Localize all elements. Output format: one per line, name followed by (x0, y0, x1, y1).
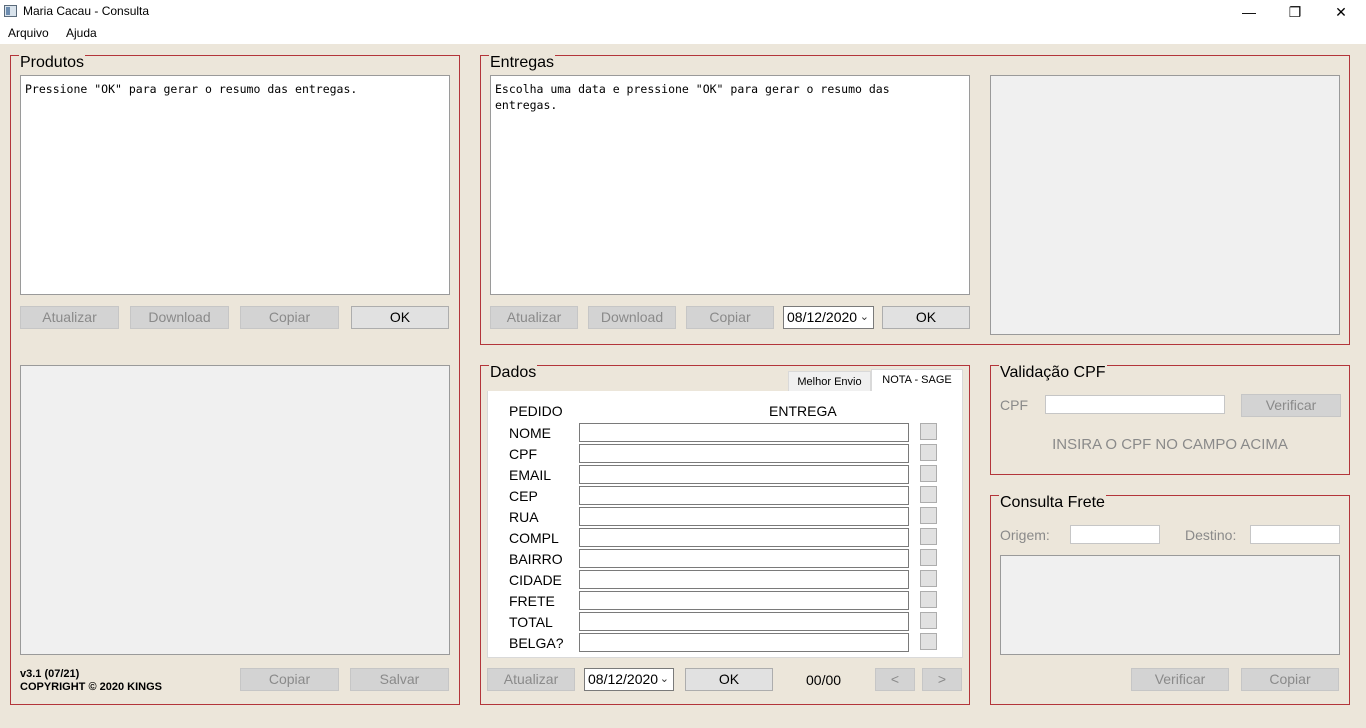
prev-record-button[interactable]: < (875, 668, 915, 691)
field-input-frete[interactable] (579, 591, 909, 610)
field-label-cpf: CPF (509, 446, 537, 462)
produtos-bottom-copiar-button[interactable]: Copiar (240, 668, 339, 691)
cpf-message: INSIRA O CPF NO CAMPO ACIMA (1052, 436, 1288, 453)
dados-ok-button[interactable]: OK (685, 668, 773, 691)
copy-checkbox-rua[interactable] (920, 507, 937, 524)
menu-arquivo[interactable]: Arquivo (8, 26, 49, 40)
record-counter: 00/00 (806, 672, 842, 688)
field-label-cep: CEP (509, 488, 538, 504)
copy-checkbox-cidade[interactable] (920, 570, 937, 587)
cpf-verificar-button[interactable]: Verificar (1241, 394, 1341, 417)
produtos-download-button[interactable]: Download (130, 306, 229, 329)
next-record-button[interactable]: > (922, 668, 962, 691)
field-label-cidade: CIDADE (509, 572, 562, 588)
chevron-down-icon: ⌄ (659, 673, 669, 685)
produtos-atualizar-button[interactable]: Atualizar (20, 306, 119, 329)
origem-label: Origem: (1000, 527, 1050, 543)
field-label-email: EMAIL (509, 467, 552, 483)
copy-checkbox-nome[interactable] (920, 423, 937, 440)
entregas-ok-button[interactable]: OK (882, 306, 970, 329)
entregas-date-select[interactable]: 08/12/2020 ⌄ (783, 306, 874, 329)
cpf-label: CPF (1000, 397, 1028, 413)
menu-ajuda[interactable]: Ajuda (66, 26, 97, 40)
frete-verificar-button[interactable]: Verificar (1131, 668, 1229, 691)
produtos-preview-pane (20, 365, 450, 655)
entrega-label: ENTREGA (769, 403, 837, 419)
cpf-title: Validação CPF (999, 364, 1107, 382)
entregas-date-value: 08/12/2020 (787, 309, 858, 325)
field-label-nome: NOME (509, 425, 551, 441)
destino-label: Destino: (1185, 527, 1237, 543)
field-input-email[interactable] (579, 465, 909, 484)
title-bar (0, 0, 1366, 24)
entregas-copiar-button[interactable]: Copiar (686, 306, 774, 329)
field-label-total: TOTAL (509, 614, 553, 630)
copy-checkbox-compl[interactable] (920, 528, 937, 545)
field-input-bairro[interactable] (579, 549, 909, 568)
version-label: v3.1 (07/21) (20, 668, 80, 680)
entregas-textarea[interactable]: Escolha uma data e pressione "OK" para g… (490, 75, 970, 295)
dados-date-value: 08/12/2020 (588, 671, 659, 687)
copy-checkbox-bairro[interactable] (920, 549, 937, 566)
window-title: Maria Cacau - Consulta (23, 4, 150, 18)
chevron-down-icon: ⌄ (859, 311, 869, 323)
field-input-cpf[interactable] (579, 444, 909, 463)
destino-input[interactable] (1250, 525, 1340, 544)
dados-atualizar-button[interactable]: Atualizar (487, 668, 575, 691)
dados-title: Dados (489, 364, 538, 382)
field-label-compl: COMPL (509, 530, 559, 546)
dados-date-select[interactable]: 08/12/2020 ⌄ (584, 668, 674, 691)
restore-icon[interactable]: ❐ (1272, 0, 1318, 24)
field-input-belga[interactable] (579, 633, 909, 652)
minimize-icon[interactable]: — (1226, 0, 1272, 24)
copy-checkbox-total[interactable] (920, 612, 937, 629)
tab-nota-sage[interactable]: NOTA - SAGE (871, 369, 963, 392)
field-input-cep[interactable] (579, 486, 909, 505)
entregas-atualizar-button[interactable]: Atualizar (490, 306, 578, 329)
entregas-preview-pane (990, 75, 1340, 335)
field-input-compl[interactable] (579, 528, 909, 547)
field-input-nome[interactable] (579, 423, 909, 442)
close-icon[interactable]: ✕ (1318, 0, 1364, 24)
produtos-textarea[interactable]: Pressione "OK" para gerar o resumo das e… (20, 75, 450, 295)
frete-copiar-button[interactable]: Copiar (1241, 668, 1339, 691)
origem-input[interactable] (1070, 525, 1160, 544)
copyright-label: COPYRIGHT © 2020 KINGS (20, 681, 162, 693)
tab-melhor-envio[interactable]: Melhor Envio (788, 371, 871, 392)
frete-title: Consulta Frete (999, 494, 1106, 512)
copy-checkbox-cpf[interactable] (920, 444, 937, 461)
copy-checkbox-belga[interactable] (920, 633, 937, 650)
field-label-belga: BELGA? (509, 635, 564, 651)
app-icon (4, 5, 17, 17)
field-input-rua[interactable] (579, 507, 909, 526)
cpf-input[interactable] (1045, 395, 1225, 414)
produtos-salvar-button[interactable]: Salvar (350, 668, 449, 691)
field-label-bairro: BAIRRO (509, 551, 563, 567)
produtos-title: Produtos (19, 54, 86, 72)
produtos-ok-button[interactable]: OK (351, 306, 449, 329)
field-label-rua: RUA (509, 509, 539, 525)
copy-checkbox-email[interactable] (920, 465, 937, 482)
entregas-title: Entregas (489, 54, 556, 72)
copy-checkbox-frete[interactable] (920, 591, 937, 608)
field-input-cidade[interactable] (579, 570, 909, 589)
entregas-download-button[interactable]: Download (588, 306, 676, 329)
produtos-copiar-button[interactable]: Copiar (240, 306, 339, 329)
copy-checkbox-cep[interactable] (920, 486, 937, 503)
menu-bar (0, 24, 1366, 44)
field-label-frete: FRETE (509, 593, 555, 609)
field-input-total[interactable] (579, 612, 909, 631)
pedido-label: PEDIDO (509, 403, 563, 419)
frete-result-pane (1000, 555, 1340, 655)
